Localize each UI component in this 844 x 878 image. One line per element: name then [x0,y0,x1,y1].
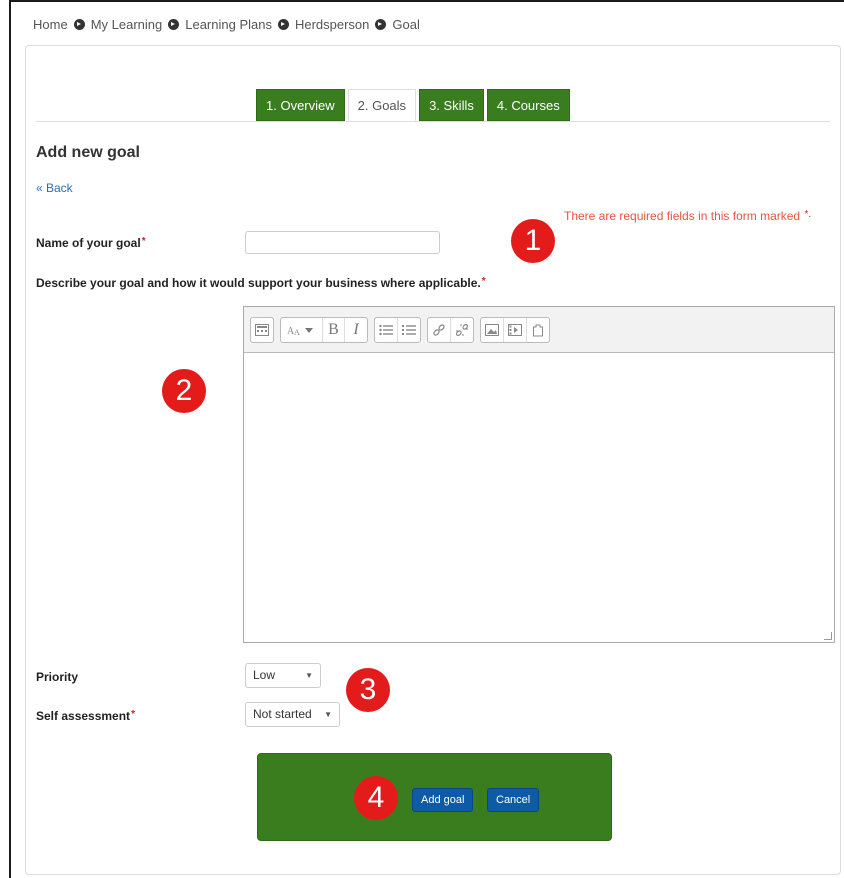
tab-courses[interactable]: 4. Courses [486,89,570,121]
required-star: * [481,276,486,287]
chevron-right-icon [375,19,387,30]
annotation-marker-3: 3 [346,668,390,712]
link-icon[interactable] [428,318,451,342]
toolbar-group-media [480,317,550,343]
required-fields-note: There are required fields in this form m… [564,209,811,223]
insert-image-icon[interactable] [481,318,504,342]
toolbar-group-lists [374,317,421,343]
manage-files-icon[interactable] [527,318,549,342]
italic-icon[interactable]: I [345,318,367,342]
priority-select[interactable]: Low ▼ [245,663,321,688]
goal-name-label-text: Name of your goal [36,236,141,250]
tab-bar: 1. Overview 2. Goals 3. Skills 4. Course… [256,89,570,121]
priority-selected-value: Low [253,668,276,682]
goal-name-label: Name of your goal* [36,236,146,250]
annotation-marker-1: 1 [511,219,555,263]
cancel-button[interactable]: Cancel [487,788,540,812]
toolbar-group-more [250,317,274,343]
required-note-text: There are required fields in this form m… [564,209,801,223]
unlink-icon[interactable] [451,318,473,342]
show-more-buttons-icon[interactable] [251,318,273,342]
page-title: Add new goal [36,144,140,161]
chevron-right-icon [73,19,85,30]
ordered-list-icon[interactable] [398,318,420,342]
goal-name-input[interactable] [245,231,440,254]
resize-handle-icon[interactable] [824,632,832,640]
back-link[interactable]: « Back [36,181,73,195]
toolbar-group-links [427,317,474,343]
toolbar-group-format: AA B I [280,317,368,343]
breadcrumb-home[interactable]: Home [33,17,68,32]
self-assessment-label-text: Self assessment [36,709,131,723]
self-assessment-select[interactable]: Not started ▼ [245,702,340,727]
breadcrumb-herdsperson[interactable]: Herdsperson [295,17,369,32]
unordered-list-icon[interactable] [375,318,398,342]
chevron-down-icon: ▼ [305,671,313,680]
breadcrumb-my-learning[interactable]: My Learning [91,17,163,32]
breadcrumb-goal: Goal [392,17,420,32]
paragraph-styles-icon[interactable]: AA [281,318,323,342]
tab-goals[interactable]: 2. Goals [347,89,417,121]
breadcrumb: Home My Learning Learning Plans Herdsper… [33,17,420,32]
svg-text:A: A [294,328,300,336]
annotation-marker-2: 2 [162,369,206,413]
self-assessment-label: Self assessment* [36,709,135,723]
add-goal-button[interactable]: Add goal [412,788,474,812]
self-assessment-selected-value: Not started [253,707,312,721]
goal-description-label-text: Describe your goal and how it would supp… [36,276,481,290]
form-actions-panel: Add goal Cancel [257,753,612,841]
tab-skills[interactable]: 3. Skills [419,89,484,121]
editor-toolbar: AA B I [244,307,834,353]
priority-label: Priority [36,670,79,684]
bold-icon[interactable]: B [323,318,345,342]
editor-text-area[interactable] [244,354,834,642]
rich-text-editor: AA B I [243,306,835,643]
required-note-star: *. [804,209,812,220]
insert-media-icon[interactable] [504,318,527,342]
breadcrumb-learning-plans[interactable]: Learning Plans [185,17,272,32]
chevron-right-icon [277,19,289,30]
required-star: * [131,709,135,720]
chevron-right-icon [168,19,180,30]
chevron-down-icon: ▼ [324,710,332,719]
annotation-marker-4: 4 [354,776,398,820]
required-star: * [141,236,146,247]
tab-overview[interactable]: 1. Overview [256,89,345,121]
goal-description-label: Describe your goal and how it would supp… [36,276,486,290]
content-card: 1. Overview 2. Goals 3. Skills 4. Course… [25,45,841,875]
